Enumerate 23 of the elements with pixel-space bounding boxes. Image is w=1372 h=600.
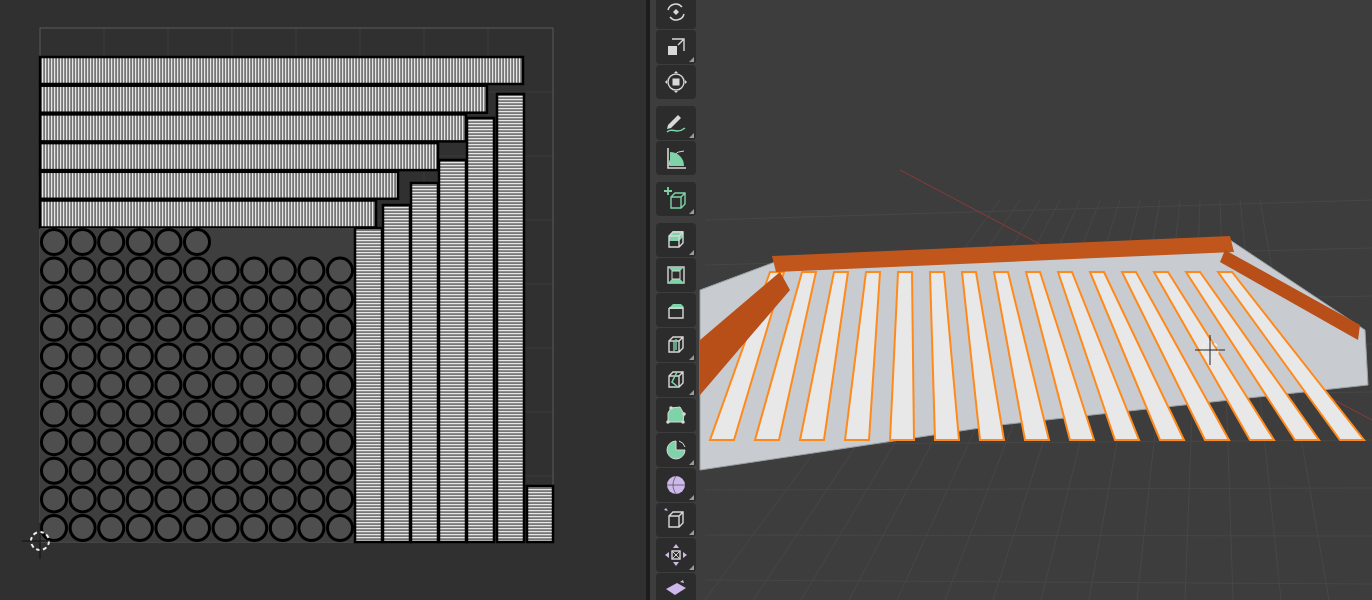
extrude-tool-button[interactable] (656, 223, 696, 257)
shrink-tool-button[interactable] (656, 538, 696, 572)
knife-tool-button[interactable] (656, 363, 696, 397)
spin-tool-button[interactable] (656, 433, 696, 467)
shrink-icon (663, 542, 689, 568)
rotate-tool-button[interactable] (656, 0, 696, 29)
add-cube-icon (663, 186, 689, 212)
scale-tool-button[interactable] (656, 30, 696, 64)
transform-tool-button[interactable] (656, 65, 696, 99)
shear-tool-button[interactable] (656, 573, 696, 600)
transform-icon (663, 69, 689, 95)
corner-triangle-icon (689, 209, 694, 214)
cursor-icon[interactable] (21, 522, 59, 560)
measure-tool-button[interactable] (656, 141, 696, 175)
loop-cut-tool-button[interactable] (656, 328, 696, 362)
smooth-tool-button[interactable] (656, 468, 696, 502)
add-cube-tool-button[interactable] (656, 182, 696, 216)
spin-icon (663, 437, 689, 463)
edge-slide-tool-button[interactable] (656, 503, 696, 537)
poly-build-tool-button[interactable] (656, 398, 696, 432)
annotate-tool-button[interactable] (656, 106, 696, 140)
inset-tool-button[interactable] (656, 258, 696, 292)
bevel-tool-button[interactable] (656, 293, 696, 327)
